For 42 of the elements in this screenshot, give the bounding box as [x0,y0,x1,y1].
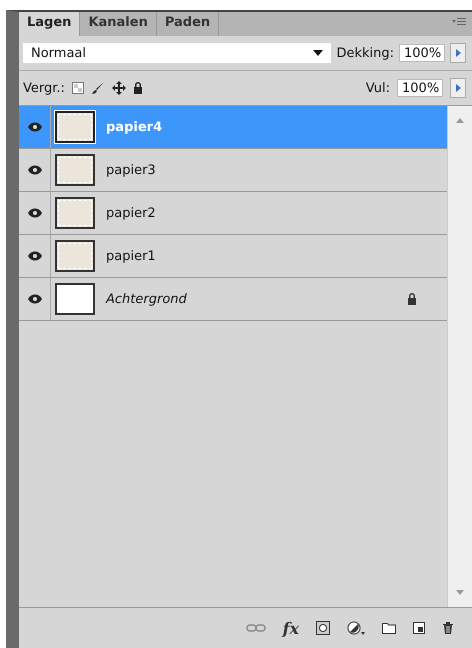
layer-style-button[interactable]: fx [282,618,299,638]
layer-row[interactable]: papier2 [19,192,447,235]
opacity-slider-button[interactable] [450,43,466,63]
layer-name: papier2 [106,206,157,220]
layer-thumbnail [55,283,95,315]
layer-name: papier3 [106,162,157,178]
dropdown-arrow-icon [313,50,324,56]
arrow-icon [456,49,460,57]
folder-icon[interactable] [382,622,396,634]
fill-field[interactable]: 100% [397,79,443,97]
layer-row[interactable]: Achtergrond [19,278,447,321]
eye-icon[interactable] [28,208,42,218]
opacity-field[interactable]: 100% [399,44,445,62]
brush-icon[interactable] [90,81,105,95]
panel-menu-icon[interactable] [452,18,466,26]
eye-icon[interactable] [28,294,42,304]
opacity-label: Dekking: [336,46,394,60]
layer-name: papier1 [106,248,157,264]
new-layer-icon[interactable] [413,622,425,634]
trash-icon[interactable] [442,621,454,635]
mask-icon[interactable] [316,621,330,635]
layer-name: Achtergrond [106,292,188,306]
eye-icon[interactable] [28,122,42,132]
move-icon[interactable] [112,81,126,95]
layer-row[interactable]: papier3 [19,149,447,192]
fill-label: Vul: [366,80,390,96]
fill-slider-button[interactable] [450,78,466,98]
layer-thumbnail [55,111,95,143]
tab[interactable]: Lagen [19,12,80,36]
eye-icon[interactable] [28,251,42,261]
blend-mode-dropdown[interactable]: Normaal [23,43,332,63]
half-circle-icon[interactable] [347,621,365,635]
lock-transparency-icon[interactable] [72,82,84,94]
eye-icon[interactable] [28,165,42,175]
layer-thumbnail [55,154,95,186]
layer-row[interactable]: papier1 [19,235,447,278]
lock-icon[interactable] [132,82,143,94]
layer-thumbnail [55,240,95,272]
arrow-icon [456,84,460,92]
layer-thumbnail [55,197,95,229]
lock-label: Vergr.: [23,80,65,96]
layer-name: papier4 [106,120,164,134]
